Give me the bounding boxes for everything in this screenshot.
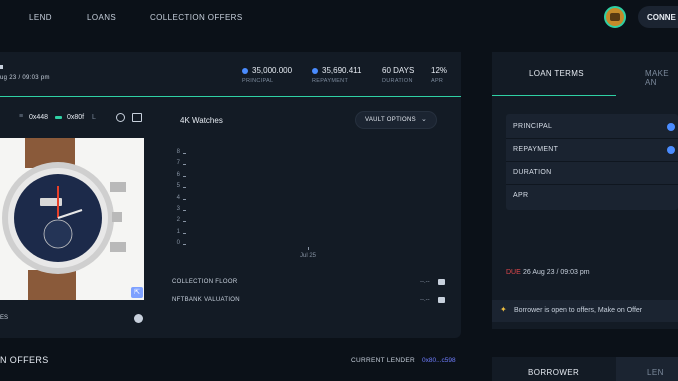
term-row-apr: APR — [506, 185, 678, 208]
tab-borrower-label: BORROWER — [528, 368, 580, 377]
term-duration-label: DURATION — [513, 169, 552, 176]
repayment-value: 35,690.411 — [322, 66, 362, 75]
loan-date: ug 23 / 09:03 pm — [0, 75, 50, 81]
tab-borrower[interactable]: BORROWER — [492, 357, 616, 381]
chevron-down-icon: ⌄ — [421, 116, 427, 123]
address-first[interactable]: 0x448 — [29, 114, 48, 121]
term-principal-label: PRINCIPAL — [513, 123, 553, 130]
y-tick-label: 8 — [176, 149, 180, 155]
y-tick-mark — [183, 221, 186, 223]
tab-active-indicator — [492, 95, 616, 96]
vault-options-dropdown[interactable]: VAULT OPTIONS ⌄ — [355, 111, 437, 129]
y-tick-label: 5 — [176, 183, 180, 190]
top-nav: LEND LOANS COLLECTION OFFERS CONNE — [0, 0, 678, 36]
collection-name[interactable]: 4K Watches — [180, 116, 223, 125]
y-tick-mark — [183, 153, 186, 154]
term-repayment-label: REPAYMENT — [513, 146, 559, 153]
header-accent-line — [0, 96, 461, 97]
duration-label: DURATION — [382, 78, 413, 84]
link-icon[interactable] — [438, 279, 445, 285]
nft-image — [0, 138, 144, 300]
attributes-label: ES — [0, 315, 9, 321]
y-tick-label: 0 — [176, 240, 180, 247]
apr-value: 12% — [431, 66, 448, 75]
y-tick-mark — [183, 232, 186, 234]
tab-loan-terms[interactable]: LOAN TERMS — [529, 69, 584, 78]
repayment-stat: 35,690.411 REPAYMENT — [312, 66, 361, 84]
tab-lender-label: LEN — [647, 368, 664, 377]
nftbank-valuation-label: NFTBANK VALUATION — [172, 297, 240, 303]
due-date: 26 Aug 23 / 09:03 pm — [523, 269, 590, 276]
token-icon — [242, 67, 248, 74]
term-row-duration: DURATION — [506, 162, 678, 185]
term-row-repayment: REPAYMENT — [506, 139, 678, 162]
sparkle-icon: ✦ — [500, 305, 507, 314]
duration-stat: 60 DAYS DURATION — [382, 66, 414, 84]
offer-banner[interactable]: ✦ Borrower is open to offers, Make on Of… — [492, 300, 678, 322]
x-tick-mark — [308, 247, 309, 251]
y-tick-mark — [183, 210, 186, 211]
y-tick-mark — [183, 187, 186, 189]
link-icon[interactable] — [438, 297, 445, 303]
connect-button[interactable]: CONNE — [638, 6, 678, 28]
title-fragment — [0, 65, 3, 69]
nav-link-loans[interactable]: LOANS — [87, 13, 116, 22]
refresh-icon[interactable] — [116, 113, 125, 122]
y-tick-label: 1 — [176, 228, 180, 235]
apr-label: APR — [431, 78, 444, 84]
principal-stat: 35,000.000 PRINCIPAL — [242, 66, 292, 84]
offer-message: Borrower is open to offers, Make on Offe… — [514, 307, 643, 314]
tab-lender[interactable]: LEN — [616, 357, 678, 381]
apr-stat: 12% APR — [431, 66, 447, 84]
address-suffix: L — [92, 114, 96, 121]
expand-icon[interactable]: ⇱ — [131, 287, 143, 298]
offers-title: N OFFERS — [0, 355, 49, 365]
wallet-icon — [55, 116, 62, 119]
y-tick-label: 4 — [176, 194, 180, 201]
principal-label: PRINCIPAL — [242, 78, 274, 84]
y-tick-mark — [183, 164, 186, 166]
tab-make-offer[interactable]: MAKE AN — [645, 69, 678, 87]
vault-options-label: VAULT OPTIONS — [365, 117, 416, 123]
token-icon — [667, 146, 675, 154]
avatar[interactable] — [604, 6, 626, 28]
collection-floor-value: --.-- — [420, 279, 430, 285]
y-tick-label: 7 — [176, 160, 180, 167]
term-row-principal: PRINCIPAL — [506, 116, 678, 139]
x-tick-label: Jul 25 — [300, 253, 317, 260]
y-tick-label: 6 — [176, 171, 180, 178]
repayment-label: REPAYMENT — [312, 78, 349, 84]
loan-summary: ug 23 / 09:03 pm 35,000.000 PRINCIPAL 35… — [0, 52, 461, 97]
due-label: DUE — [506, 269, 521, 276]
y-tick-mark — [183, 244, 186, 246]
address-icon: ≡ — [19, 113, 24, 120]
gallery-icon[interactable] — [132, 113, 142, 122]
info-icon[interactable] — [134, 314, 143, 323]
collection-floor-label: COLLECTION FLOOR — [172, 279, 238, 285]
duration-value: 60 DAYS — [382, 66, 415, 75]
y-tick-mark — [183, 198, 186, 200]
price-chart: 8 7 6 5 4 3 2 1 0 Jul 25 — [168, 148, 448, 266]
token-icon — [667, 123, 675, 131]
nav-link-collection-offers[interactable]: COLLECTION OFFERS — [150, 13, 243, 22]
current-lender-address[interactable]: 0x80...c598 — [422, 357, 456, 364]
term-apr-label: APR — [513, 192, 529, 199]
token-icon — [312, 67, 318, 74]
y-tick-mark — [183, 175, 186, 177]
nav-link-lend[interactable]: LEND — [29, 13, 52, 22]
address-second[interactable]: 0x80f — [67, 114, 84, 121]
nftbank-valuation-value: --.-- — [420, 297, 430, 303]
principal-value: 35,000.000 — [252, 66, 293, 75]
y-tick-label: 3 — [176, 206, 180, 212]
y-tick-label: 2 — [176, 217, 180, 224]
current-lender-label: CURRENT LENDER — [351, 357, 416, 364]
